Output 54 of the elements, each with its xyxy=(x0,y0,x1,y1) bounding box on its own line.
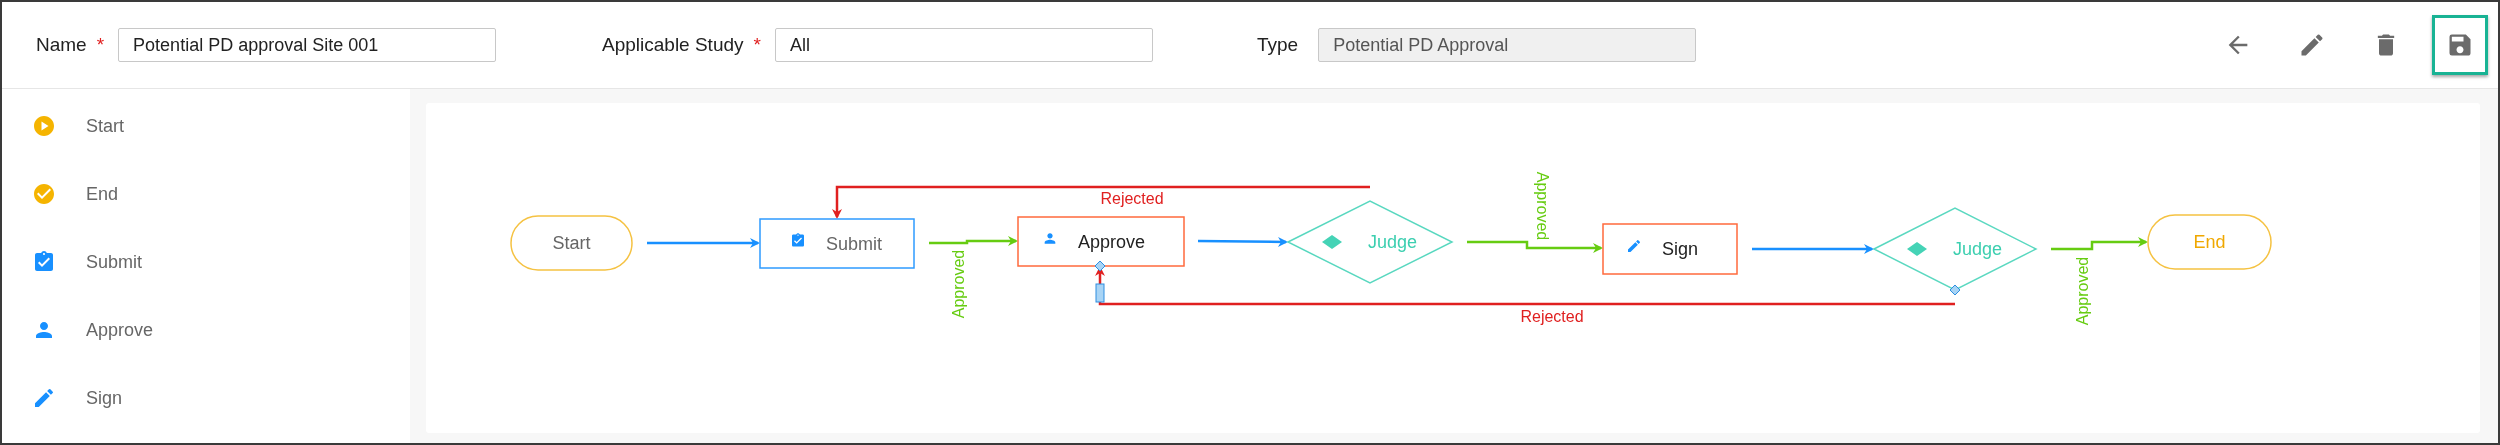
person-icon xyxy=(1042,230,1058,247)
palette-label: End xyxy=(86,183,119,205)
task-node[interactable] xyxy=(1017,216,1185,267)
text-field[interactable]: Potential PD approval Site 001 xyxy=(118,28,497,62)
diamond-icon xyxy=(1907,242,1927,256)
palette-item[interactable]: Approve xyxy=(2,296,410,364)
task-node[interactable] xyxy=(1602,223,1738,275)
selection-handle-icon[interactable] xyxy=(1095,283,1105,303)
play-icon xyxy=(32,114,56,138)
diamond-icon xyxy=(1322,235,1342,249)
decision-node[interactable] xyxy=(1872,207,2038,291)
connector-arrow[interactable] xyxy=(2051,237,2148,251)
palette-label: Approve xyxy=(86,319,154,341)
edge-label: Approved xyxy=(2074,256,2091,326)
node-label: Submit xyxy=(826,233,883,254)
connector-arrow[interactable] xyxy=(647,238,760,248)
task-node[interactable] xyxy=(759,218,915,269)
save-button[interactable] xyxy=(2432,15,2488,75)
node-label: Start xyxy=(552,233,591,253)
node-label: Judge xyxy=(1953,239,2003,259)
node-label: Approve xyxy=(1078,231,1146,252)
connector-arrow[interactable] xyxy=(1198,236,1288,247)
node-label: Sign xyxy=(1662,239,1699,259)
palette-label: Sign xyxy=(86,387,123,409)
node-label: Judge xyxy=(1368,232,1418,252)
connector-arrow[interactable] xyxy=(1752,244,1874,254)
node-label: End xyxy=(2193,232,2226,252)
start-node[interactable] xyxy=(510,215,633,271)
selection-handle-icon[interactable] xyxy=(1949,284,1961,296)
required-mark: * xyxy=(96,34,105,56)
clipboard-check-icon xyxy=(790,232,806,249)
field-label: Applicable Study xyxy=(602,34,744,56)
edge-label: Rejected xyxy=(1100,190,1164,207)
selection-handle-icon[interactable] xyxy=(1094,260,1106,272)
connector-arrow[interactable] xyxy=(929,236,1018,246)
required-mark: * xyxy=(753,34,761,56)
palette-item[interactable]: Sign xyxy=(2,364,410,432)
palette-item[interactable]: Submit xyxy=(2,228,410,296)
decision-node[interactable] xyxy=(1286,200,1454,284)
end-node[interactable] xyxy=(2147,214,2272,270)
connector-arrow[interactable] xyxy=(832,185,1370,219)
palette-label: Start xyxy=(86,115,124,137)
pencil-icon xyxy=(1626,238,1642,254)
field-label: Name xyxy=(36,34,87,56)
field-label: Type xyxy=(1257,34,1299,56)
edge-label: Approved xyxy=(950,249,967,319)
edge-label: Approved xyxy=(1534,171,1551,241)
palette-item[interactable]: Start xyxy=(2,92,410,160)
pencil-icon xyxy=(32,386,56,410)
edge-label: Rejected xyxy=(1520,308,1584,325)
palette-label: Submit xyxy=(86,251,143,273)
palette-item[interactable]: End xyxy=(2,160,410,228)
clipboard-check-icon xyxy=(32,250,56,274)
text-field[interactable]: All xyxy=(774,28,1153,62)
